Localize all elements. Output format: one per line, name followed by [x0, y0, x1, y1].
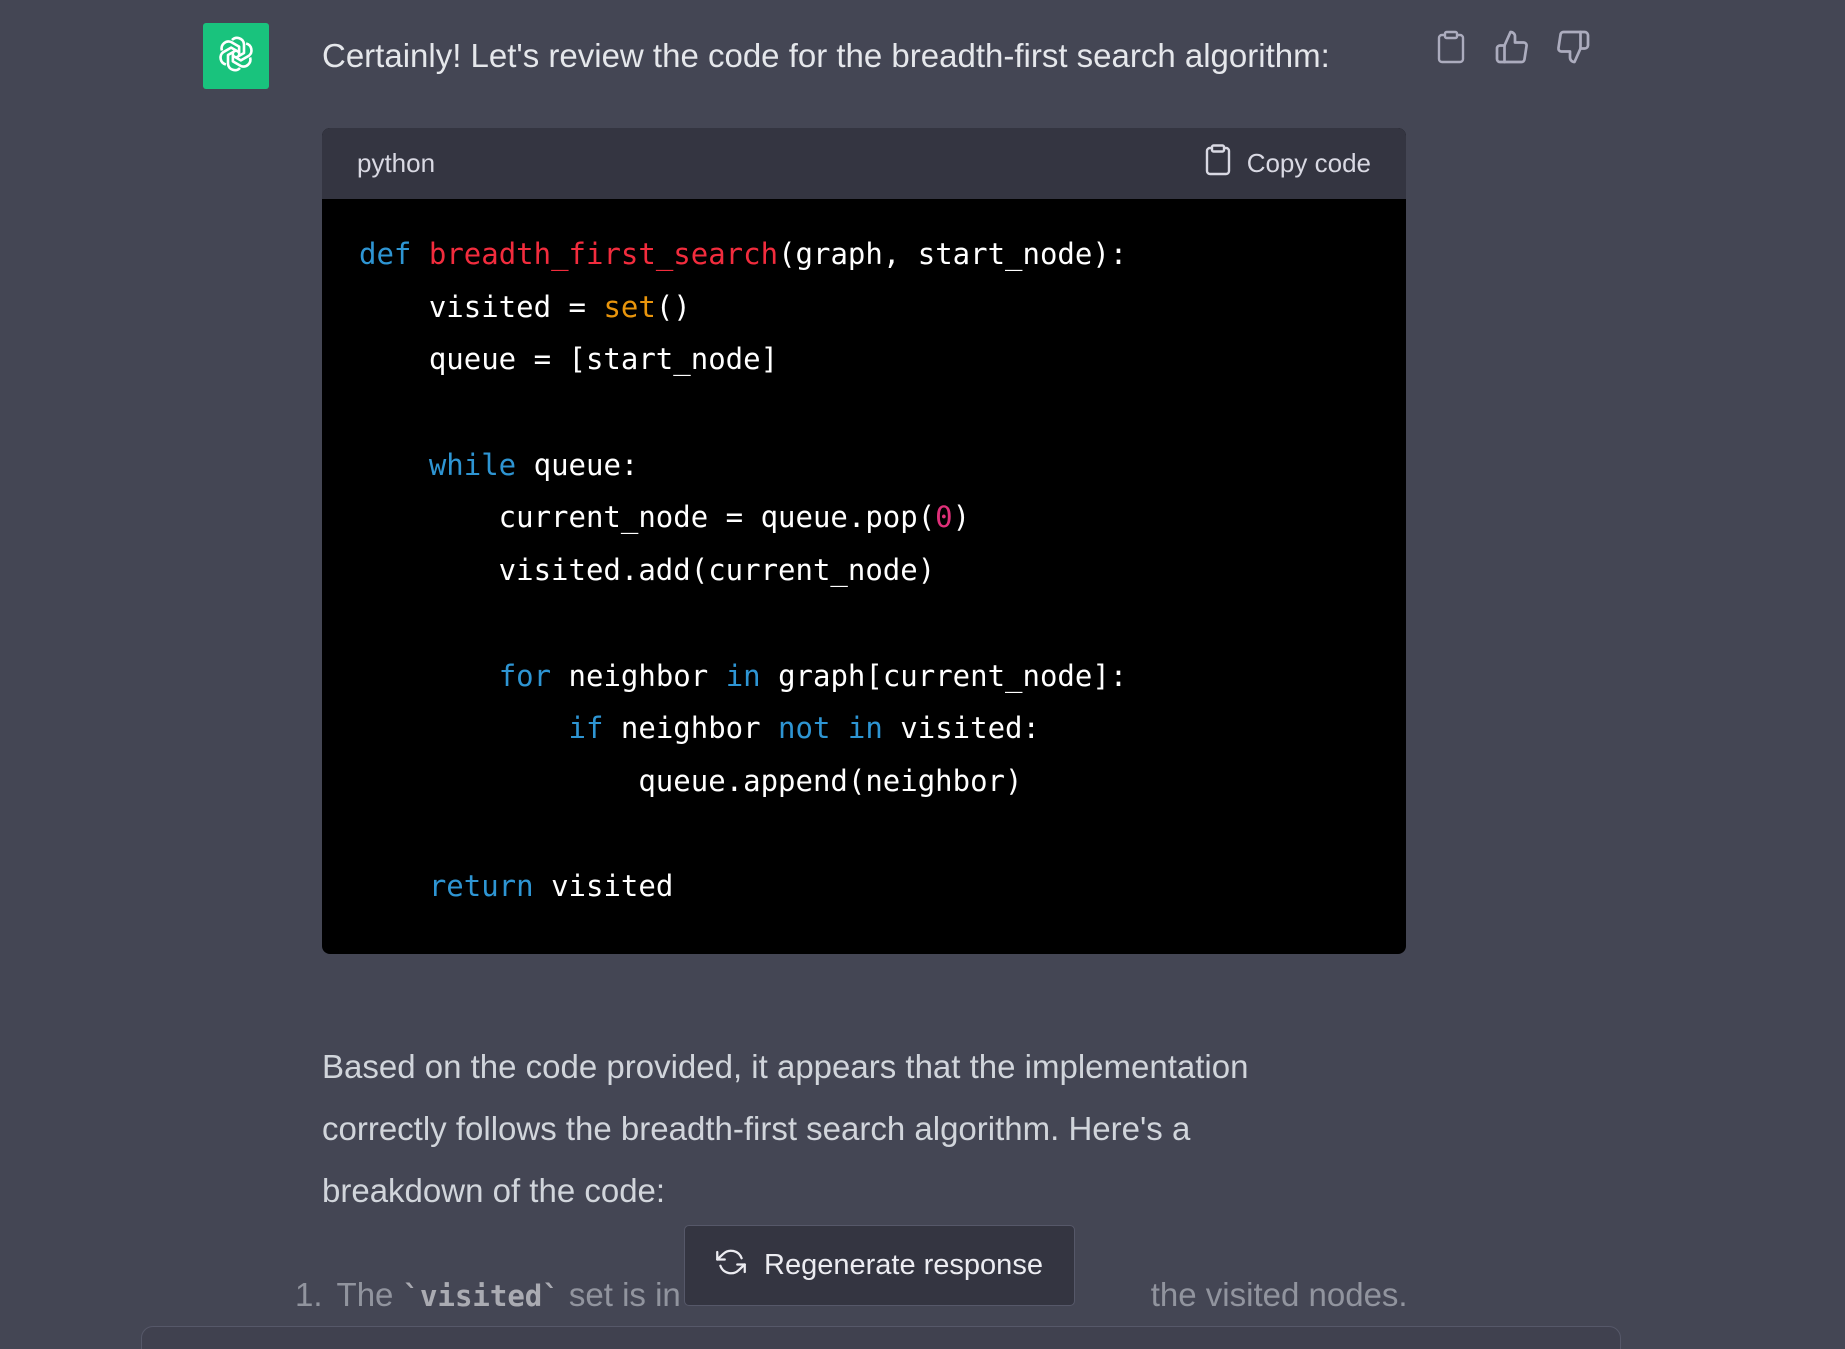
- code-line: def breadth_first_search(graph, start_no…: [359, 228, 1369, 281]
- regenerate-label: Regenerate response: [764, 1249, 1043, 1281]
- thumbs-down-button[interactable]: [1554, 30, 1592, 68]
- list-text-middle: set is in: [559, 1276, 681, 1313]
- code-block: python Copy code def breadth_first_searc…: [322, 128, 1406, 954]
- code-token: current_node = queue.pop(: [359, 500, 936, 535]
- code-line: return visited: [359, 860, 1369, 913]
- regenerate-response-button[interactable]: Regenerate response: [684, 1225, 1075, 1306]
- code-line: for neighbor in graph[current_node]:: [359, 650, 1369, 703]
- code-token: visited: [533, 869, 674, 904]
- copy-code-button[interactable]: Copy code: [1205, 144, 1371, 183]
- code-token: visited:: [882, 711, 1040, 746]
- code-token: neighbor: [603, 711, 779, 746]
- code-token: graph[current_node]:: [760, 658, 1128, 693]
- clipboard-icon: [1205, 144, 1231, 183]
- code-line: if neighbor not in visited:: [359, 702, 1369, 755]
- code-line: queue.append(neighbor): [359, 755, 1369, 808]
- message-input-bar[interactable]: [141, 1326, 1621, 1349]
- thumbs-up-icon: [1494, 29, 1530, 70]
- message-actions: [1432, 30, 1592, 68]
- code-token: if: [568, 711, 604, 746]
- code-token: def: [359, 237, 412, 271]
- code-token: breadth_first_search: [428, 237, 779, 271]
- code-body: def breadth_first_search(graph, start_no…: [322, 199, 1406, 913]
- code-line: visited = set(): [359, 281, 1369, 334]
- inline-code: `visited`: [402, 1279, 560, 1313]
- code-token: set: [603, 289, 656, 324]
- code-token: return: [428, 869, 534, 904]
- thumbs-down-icon: [1555, 29, 1591, 70]
- code-token: queue.append(neighbor): [359, 763, 1023, 798]
- code-token: ): [952, 500, 971, 535]
- code-token: in: [847, 711, 883, 746]
- assistant-avatar: [203, 23, 269, 89]
- code-token: queue = [start_node]: [359, 342, 779, 377]
- code-token: queue:: [516, 447, 639, 482]
- code-line: queue = [start_node]: [359, 333, 1369, 386]
- code-line: current_node = queue.pop(0): [359, 491, 1369, 544]
- code-token: 0: [935, 500, 953, 535]
- list-text-tail: the visited nodes.: [1150, 1276, 1408, 1313]
- code-token: while: [428, 447, 517, 482]
- chat-page: Certainly! Let's review the code for the…: [0, 0, 1845, 1349]
- code-token: for: [498, 658, 552, 693]
- code-token: visited =: [359, 289, 604, 324]
- copy-message-button[interactable]: [1432, 30, 1470, 68]
- list-number: 1.: [295, 1276, 323, 1313]
- code-token: in: [725, 658, 761, 693]
- code-line: visited.add(current_node): [359, 544, 1369, 597]
- code-token: (graph, start_node):: [778, 237, 1128, 271]
- assistant-intro-text: Certainly! Let's review the code for the…: [322, 37, 1330, 74]
- code-line: while queue:: [359, 439, 1369, 492]
- code-token: (): [655, 289, 691, 324]
- code-token: not: [778, 711, 831, 746]
- code-token: visited.add(current_node): [359, 553, 936, 588]
- thumbs-up-button[interactable]: [1493, 30, 1531, 68]
- clipboard-icon: [1436, 30, 1466, 69]
- code-block-header: python Copy code: [322, 128, 1406, 199]
- response-paragraph: Based on the code provided, it appears t…: [322, 1048, 1249, 1209]
- refresh-icon: [716, 1247, 746, 1285]
- code-language-label: python: [357, 148, 436, 178]
- copy-code-label: Copy code: [1246, 148, 1371, 178]
- openai-logo-icon: [214, 32, 258, 81]
- code-token: neighbor: [551, 658, 726, 693]
- list-text-prefix: The: [336, 1276, 403, 1313]
